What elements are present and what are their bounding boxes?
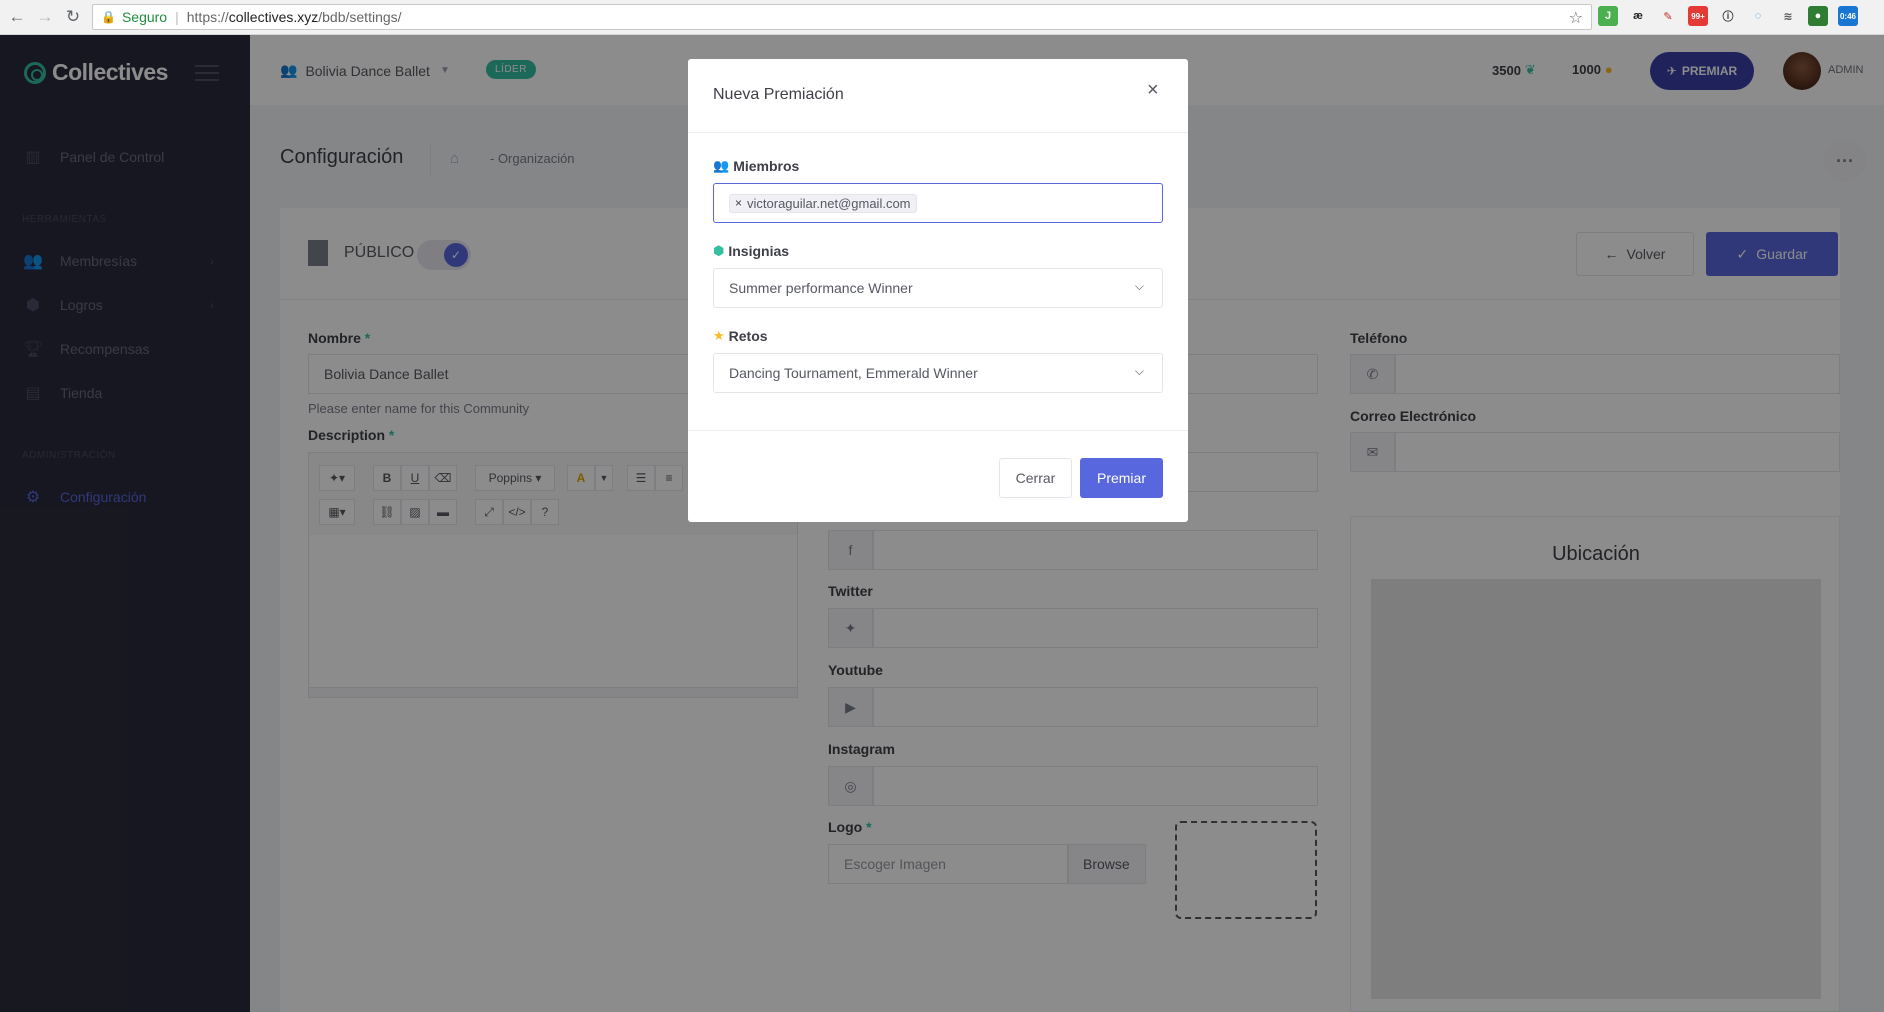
retos-value: Dancing Tournament, Emmerald Winner [729, 365, 978, 381]
award-modal: Nueva Premiación × 👥 Miembros × victorag… [688, 59, 1188, 522]
chevron-down-icon: ⌵ [1134, 364, 1144, 378]
extension-icon[interactable]: J [1598, 6, 1618, 26]
modal-footer: Cerrar Premiar [688, 430, 1188, 522]
modal-title: Nueva Premiación [713, 86, 844, 103]
back-arrow-icon[interactable]: ← [6, 6, 28, 28]
insignias-value: Summer performance Winner [729, 280, 913, 296]
remove-tag-icon[interactable]: × [735, 196, 742, 210]
users-icon: 👥 [713, 158, 730, 173]
bookmark-star-icon[interactable]: ☆ [1569, 8, 1583, 28]
browser-toolbar: ← → ↻ 🔒 Seguro | https://collectives.xyz… [0, 0, 1884, 35]
retos-label: ★ Retos [713, 328, 768, 344]
insignias-label-text: Insignias [728, 243, 790, 259]
extension-icon[interactable]: ● [1808, 6, 1828, 26]
address-bar[interactable]: 🔒 Seguro | https://collectives.xyz/bdb/s… [92, 4, 1592, 30]
extension-icon[interactable]: 99+ [1688, 6, 1708, 26]
extension-icons: J æ ✎ 99+ ⓘ ◌ ≋ ● 0:46 [1598, 6, 1858, 26]
url-host: collectives.xyz [228, 9, 319, 25]
insignias-select[interactable]: Summer performance Winner ⌵ [713, 268, 1163, 308]
reload-icon[interactable]: ↻ [62, 6, 84, 28]
cube-icon: ⬢ [713, 243, 725, 258]
extension-icon[interactable]: æ [1628, 6, 1648, 26]
address-separator: | [175, 9, 179, 25]
lock-icon: 🔒 [101, 10, 116, 24]
url-prefix: https:// [186, 9, 229, 25]
modal-header: Nueva Premiación × [688, 59, 1188, 133]
url-path: /bdb/settings/ [318, 9, 402, 25]
member-tag: × victoraguilar.net@gmail.com [729, 193, 917, 213]
extension-icon[interactable]: ⓘ [1718, 6, 1738, 26]
forward-arrow-icon[interactable]: → [34, 6, 56, 28]
retos-select[interactable]: Dancing Tournament, Emmerald Winner ⌵ [713, 353, 1163, 393]
extension-icon[interactable]: ◌ [1748, 6, 1768, 26]
extension-icon[interactable]: ≋ [1778, 6, 1798, 26]
miembros-label-text: Miembros [733, 158, 800, 174]
secure-label: Seguro [121, 9, 168, 25]
close-icon[interactable]: × [1147, 79, 1159, 102]
chevron-down-icon: ⌵ [1134, 279, 1144, 293]
insignias-label: ⬢ Insignias [713, 243, 789, 259]
cancel-button[interactable]: Cerrar [999, 458, 1072, 498]
miembros-label: 👥 Miembros [713, 158, 799, 174]
submit-award-button[interactable]: Premiar [1080, 458, 1163, 498]
extension-icon[interactable]: ✎ [1658, 6, 1678, 26]
retos-label-text: Retos [728, 328, 768, 344]
extension-icon[interactable]: 0:46 [1838, 6, 1858, 26]
members-tag-input[interactable]: × victoraguilar.net@gmail.com [713, 183, 1163, 223]
star-icon: ★ [713, 328, 725, 343]
member-tag-text: victoraguilar.net@gmail.com [747, 195, 911, 211]
